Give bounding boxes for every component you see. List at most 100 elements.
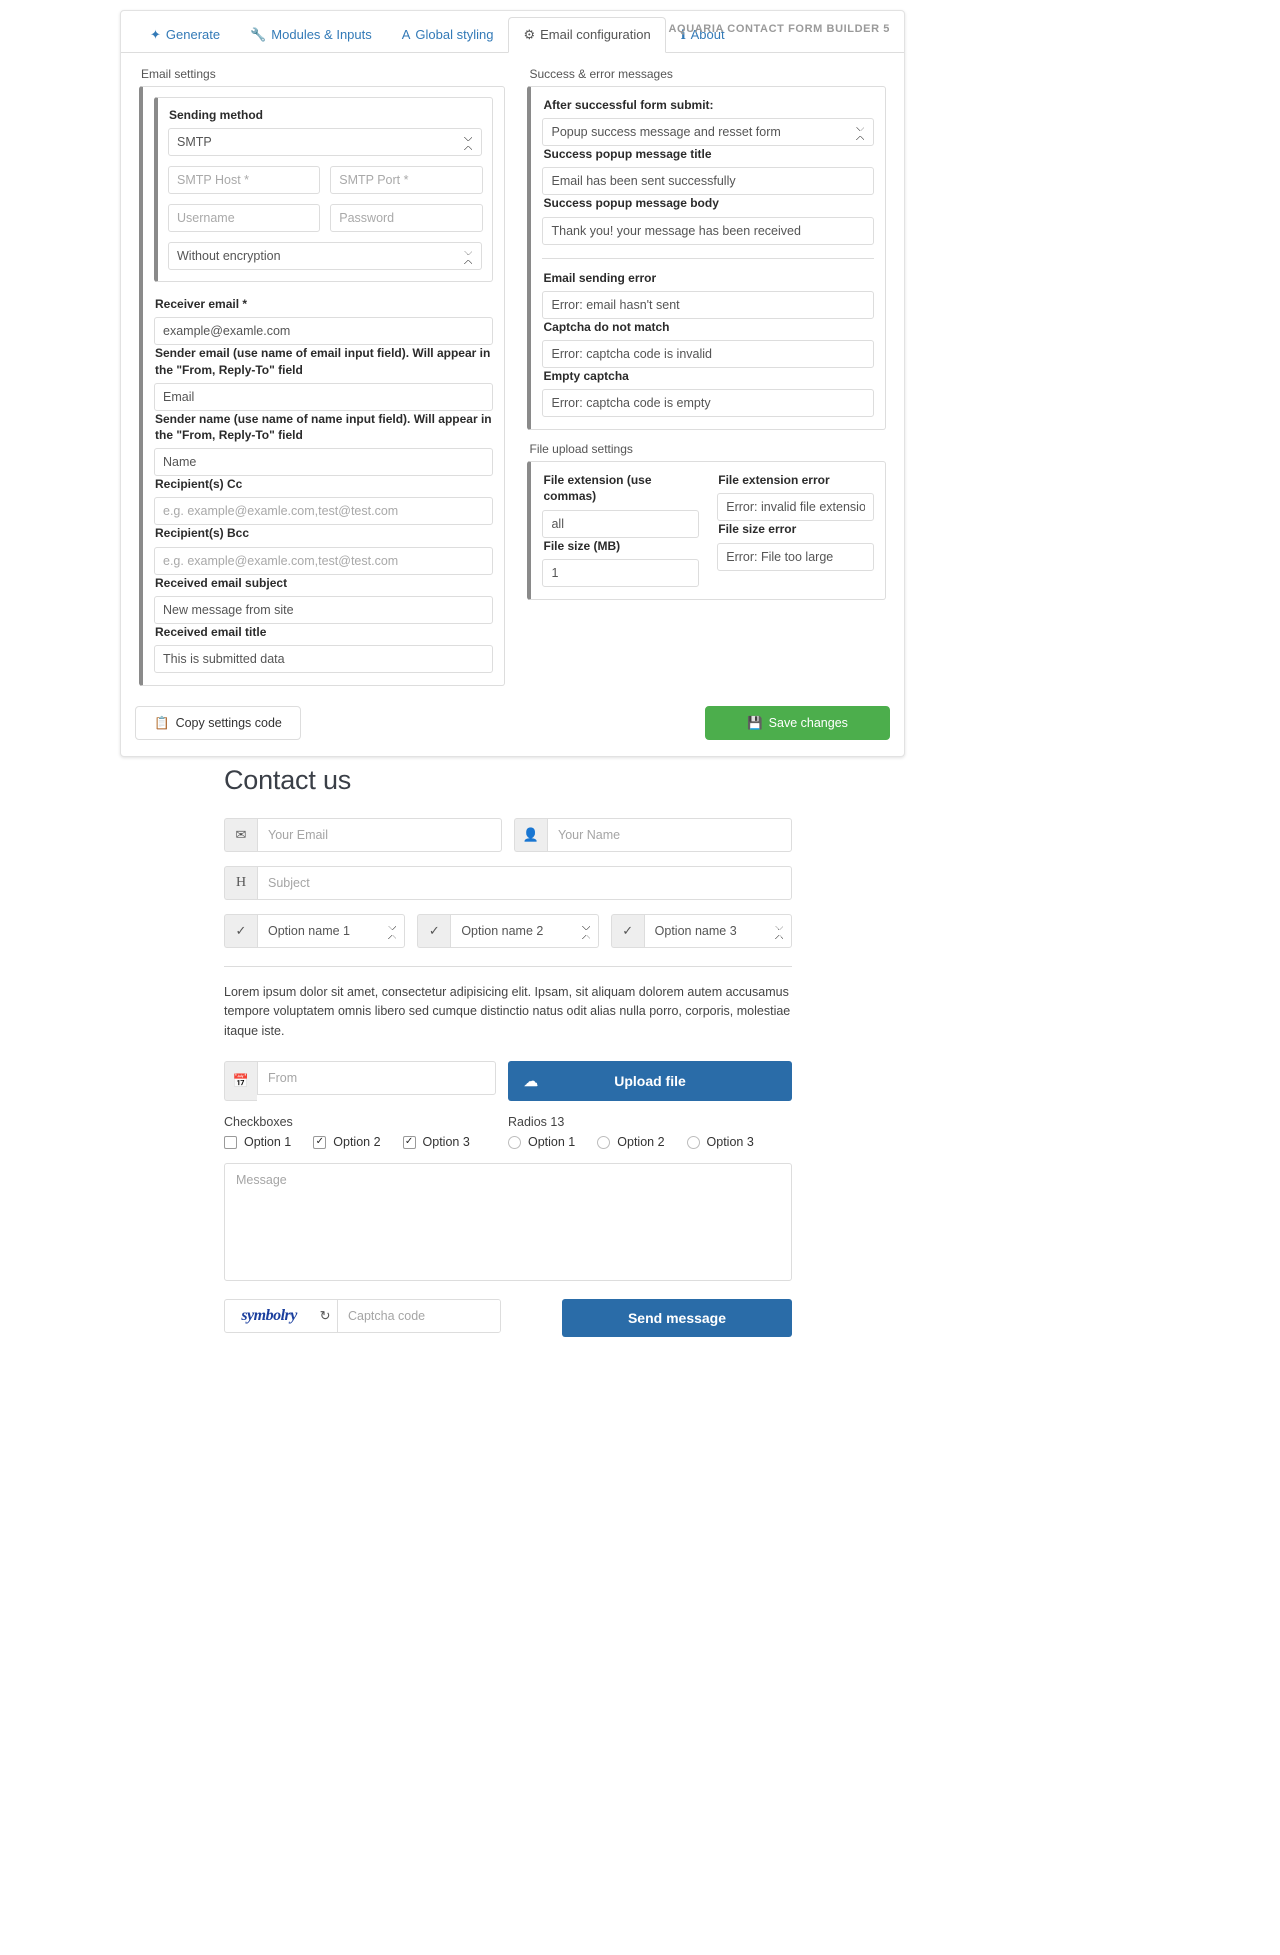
received-subject-input[interactable] <box>154 595 494 624</box>
checkboxes-title: Checkboxes <box>224 1115 293 1130</box>
preview-name-input[interactable] <box>547 818 792 852</box>
file-extension-error-label: File extension error <box>718 473 830 488</box>
radio-option-3[interactable]: Option 3 <box>686 1135 754 1150</box>
file-extension-error-input[interactable] <box>717 493 875 522</box>
checkbox-box-checked: ✓ <box>402 1135 416 1149</box>
user-icon: 👤 <box>514 818 547 852</box>
send-message-button[interactable]: Send message <box>562 1299 792 1338</box>
checkbox-label: Option 1 <box>244 1135 292 1150</box>
checkbox-option-1[interactable]: Option 1 <box>224 1135 291 1149</box>
radio-circle <box>686 1135 700 1149</box>
email-settings-title: Email settings <box>141 67 216 81</box>
check-icon: ✓ <box>417 914 451 948</box>
smtp-username-input[interactable] <box>168 204 321 233</box>
smtp-host-input[interactable] <box>168 166 321 195</box>
success-title-label: Success popup message title <box>543 147 712 162</box>
save-changes-button[interactable]: 💾 Save changes <box>705 705 890 741</box>
heading-icon: H <box>224 866 257 900</box>
encryption-select[interactable]: Without encryption <box>168 242 483 271</box>
checkbox-option-2[interactable]: ✓ Option 2 <box>313 1135 381 1149</box>
preview-divider <box>224 966 792 967</box>
radio-label: Option 3 <box>706 1135 754 1150</box>
sending-method-box: Sending method SMTP SMTP Host * SMTP Por… <box>154 97 494 283</box>
after-submit-select[interactable]: Popup success message and resset form <box>542 118 874 147</box>
font-icon: A <box>401 27 411 42</box>
smtp-password-input[interactable] <box>330 204 483 233</box>
sender-email-input[interactable] <box>154 382 494 411</box>
panel-body: Email settings Sending method SMTP SMTP … <box>121 53 904 696</box>
builder-panel: ✦ Generate 🔧 Modules & Inputs A Global styl… <box>120 10 905 758</box>
copy-settings-code-button[interactable]: 📋 Copy settings code <box>135 705 301 741</box>
check-icon: ✓ <box>610 914 644 948</box>
preview-subject-input[interactable] <box>257 866 792 900</box>
file-size-input[interactable] <box>542 558 700 587</box>
messages-title: Success & error messages <box>529 67 673 81</box>
received-title-label: Received email title <box>155 624 267 639</box>
radio-label: Option 2 <box>617 1135 665 1150</box>
preview-select-2[interactable]: Option name 2 <box>450 914 599 948</box>
save-changes-label: Save changes <box>768 715 848 730</box>
tab-label: Generate <box>165 27 221 42</box>
recipients-cc-label: Recipient(s) Cc <box>155 477 243 492</box>
radio-circle <box>508 1135 521 1149</box>
wrench-icon: 🔧 <box>250 27 267 42</box>
file-size-label: File size (MB) <box>543 538 621 553</box>
captcha-code-input[interactable] <box>338 1300 500 1333</box>
preview-date-input[interactable] <box>257 1061 496 1096</box>
tab-bar: ✦ Generate 🔧 Modules & Inputs A Global styl… <box>121 11 904 53</box>
after-submit-label: After successful form submit: <box>543 98 714 112</box>
tab-global-styling[interactable]: A Global styling <box>387 17 509 53</box>
checkbox-label: Option 3 <box>422 1135 470 1150</box>
captcha-mismatch-input[interactable] <box>542 339 874 368</box>
captcha-group: symbolry ↻ <box>224 1299 501 1334</box>
success-body-input[interactable] <box>542 216 874 245</box>
captcha-empty-input[interactable] <box>542 389 874 418</box>
feather-icon: ✦ <box>150 27 161 42</box>
preview-message-textarea[interactable] <box>224 1163 792 1282</box>
preview-row-date-upload: 📅 ☁ Upload file <box>224 1061 792 1102</box>
preview-select-3[interactable]: Option name 3 <box>643 914 792 948</box>
success-body-label: Success popup message body <box>543 196 719 211</box>
radio-option-2[interactable]: Option 2 <box>597 1135 665 1150</box>
sending-error-input[interactable] <box>542 290 874 319</box>
preview-options-row: Checkboxes Option 1 ✓ Option 2 ✓ Option … <box>224 1115 792 1149</box>
file-size-error-input[interactable] <box>717 542 875 571</box>
sending-method-select[interactable]: SMTP <box>168 128 483 157</box>
tab-generate[interactable]: ✦ Generate <box>135 17 235 53</box>
received-title-input[interactable] <box>154 644 494 673</box>
contact-form-preview: Contact us ✉ 👤 H ✓ Option name 1 ✓ Optio… <box>224 765 792 1338</box>
preview-paragraph: Lorem ipsum dolor sit amet, consectetur … <box>224 985 791 1038</box>
file-extension-input[interactable] <box>542 509 700 538</box>
refresh-icon[interactable]: ↻ <box>313 1300 338 1333</box>
checkbox-option-3[interactable]: ✓ Option 3 <box>402 1135 470 1150</box>
preview-email-input[interactable] <box>257 818 502 852</box>
preview-select-1[interactable]: Option name 1 <box>257 914 406 948</box>
messages-divider <box>542 257 874 259</box>
recipients-cc-input[interactable] <box>154 497 494 526</box>
email-settings-column: Email settings Sending method SMTP SMTP … <box>139 67 506 686</box>
tab-email-configuration[interactable]: ⚙ Email configuration <box>508 17 666 53</box>
select-group-3: ✓ Option name 3 <box>610 914 792 948</box>
gear-icon: ⚙ <box>523 27 536 42</box>
radio-option-1[interactable]: Option 1 <box>508 1135 575 1149</box>
captcha-empty-label: Empty captcha <box>543 368 629 383</box>
recipients-bcc-input[interactable] <box>154 546 494 575</box>
messages-box: After successful form submit: Popup succ… <box>527 86 886 431</box>
preview-row-subject: H <box>224 866 792 900</box>
tab-modules-inputs[interactable]: 🔧 Modules & Inputs <box>235 17 387 53</box>
radio-circle <box>597 1135 611 1149</box>
file-extension-label: File extension (use commas) <box>543 473 652 504</box>
file-size-error-label: File size error <box>718 522 797 537</box>
calendar-icon: 📅 <box>224 1061 257 1102</box>
sender-email-label: Sender email (use name of email input fi… <box>155 346 491 377</box>
smtp-port-input[interactable] <box>330 166 483 195</box>
sending-method-label: Sending method <box>169 108 263 122</box>
tab-label: Modules & Inputs <box>271 27 372 42</box>
success-title-input[interactable] <box>542 167 874 196</box>
name-field-group: 👤 <box>514 818 792 852</box>
checkboxes-group: Checkboxes Option 1 ✓ Option 2 ✓ Option … <box>224 1115 508 1149</box>
preview-bottom-row: symbolry ↻ Send message <box>224 1299 792 1338</box>
receiver-email-input[interactable] <box>154 317 494 346</box>
sender-name-input[interactable] <box>154 448 494 477</box>
upload-file-button[interactable]: ☁ Upload file <box>508 1061 792 1102</box>
